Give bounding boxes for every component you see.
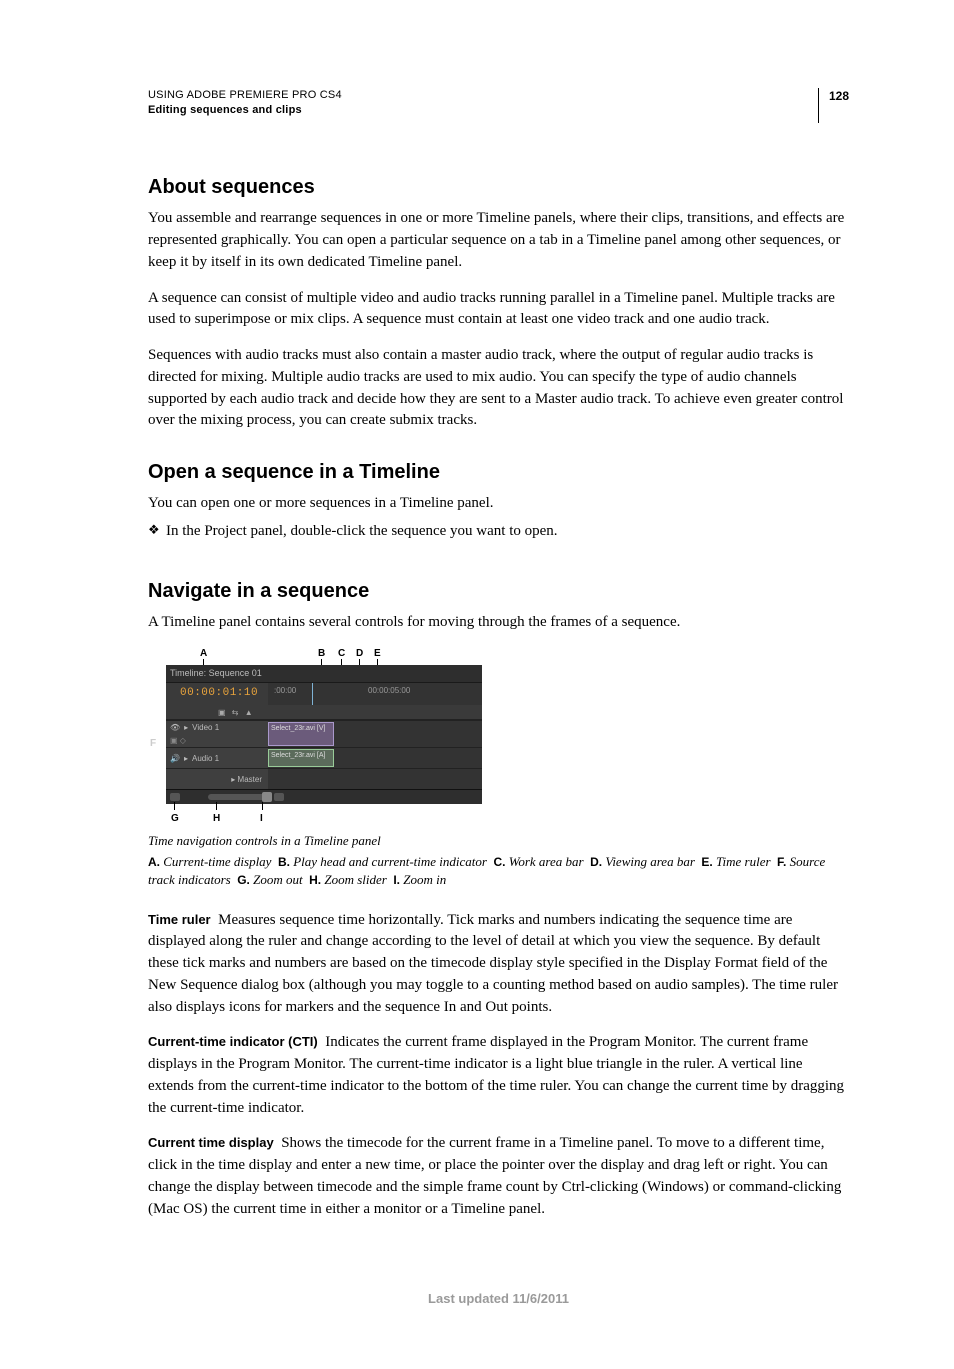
cti-icon <box>312 683 313 705</box>
body-text: You assemble and rearrange sequences in … <box>148 208 849 273</box>
bullet-text: In the Project panel, double-click the s… <box>166 521 558 543</box>
page-footer: Last updated 11/6/2011 <box>148 1290 849 1309</box>
running-head: USING ADOBE PREMIERE PRO CS4 Editing seq… <box>148 88 849 123</box>
master-track: ▸ Master <box>166 768 482 789</box>
video-track-head: 👁▸Video 1 ▣ ◇ <box>166 721 268 747</box>
master-track-head: ▸ Master <box>166 769 268 789</box>
running-head-left: USING ADOBE PREMIERE PRO CS4 Editing seq… <box>148 88 342 119</box>
current-time-display: 00:00:01:10 <box>166 686 268 702</box>
running-head-subtitle: Editing sequences and clips <box>148 103 342 118</box>
ruler-label: :00:00 <box>274 685 296 697</box>
audio-track-head: 🔊▸Audio 1 <box>166 748 268 768</box>
track-name: Audio 1 <box>192 753 219 765</box>
audio-track: 🔊▸Audio 1 Select_23r.avi [A] <box>166 747 482 768</box>
body-text: A sequence can consist of multiple video… <box>148 288 849 332</box>
figure-timeline: A B C D E F Timeline: Sequence 01 00:00:… <box>148 647 849 889</box>
track-name: Master <box>238 775 262 784</box>
figure-callouts-top: A B C D E <box>166 647 482 665</box>
definition: Current-time indicator (CTI) Indicates t… <box>148 1032 849 1119</box>
callout-label: I <box>260 812 263 827</box>
speaker-icon: 🔊 <box>170 753 180 765</box>
callout-label: F <box>150 737 156 752</box>
definition: Current time display Shows the timecode … <box>148 1133 849 1220</box>
zoom-out-icon <box>170 793 180 801</box>
callout-label: G <box>171 812 179 827</box>
callout-label: H <box>213 812 220 827</box>
timeline-tools-row: ▣ ⇆ ▲ <box>166 705 482 720</box>
definition-term: Current-time indicator (CTI) <box>148 1034 318 1049</box>
ruler-label: 00:00:05:00 <box>368 685 410 697</box>
timeline-tab: Timeline: Sequence 01 <box>166 665 482 683</box>
body-text: Sequences with audio tracks must also co… <box>148 345 849 432</box>
page-number: 128 <box>818 88 849 123</box>
timeline-tool-icons: ▣ ⇆ ▲ <box>218 707 255 719</box>
heading-about-sequences: About sequences <box>148 173 849 202</box>
zoom-in-icon <box>274 793 284 801</box>
running-head-title: USING ADOBE PREMIERE PRO CS4 <box>148 88 342 103</box>
definition-term: Current time display <box>148 1135 274 1150</box>
definition: Time ruler Measures sequence time horizo… <box>148 910 849 1019</box>
eye-icon: 👁 <box>170 722 180 734</box>
figure-screenshot: F Timeline: Sequence 01 00:00:01:10 :00:… <box>166 665 482 804</box>
audio-clip: Select_23r.avi [A] <box>268 749 334 767</box>
heading-open-sequence: Open a sequence in a Timeline <box>148 458 849 487</box>
zoom-bar <box>166 789 482 804</box>
definition-term: Time ruler <box>148 912 211 927</box>
video-track: 👁▸Video 1 ▣ ◇ Select_23r.avi [V] <box>166 720 482 747</box>
video-clip: Select_23r.avi [V] <box>268 722 334 746</box>
figure-caption: Time navigation controls in a Timeline p… <box>148 832 849 851</box>
definition-text: Measures sequence time horizontally. Tic… <box>148 912 838 1015</box>
time-ruler: :00:00 00:00:05:00 <box>268 683 482 705</box>
track-name: Video 1 <box>192 722 219 734</box>
body-text: A Timeline panel contains several contro… <box>148 612 849 634</box>
body-text: You can open one or more sequences in a … <box>148 493 849 515</box>
bullet-item: ❖ In the Project panel, double-click the… <box>148 521 849 543</box>
zoom-slider <box>208 794 268 800</box>
heading-navigate: Navigate in a sequence <box>148 577 849 606</box>
bullet-glyph-icon: ❖ <box>148 521 166 539</box>
figure-callouts-bottom: G H I <box>166 808 482 826</box>
figure-legend: A. Current-time display B. Play head and… <box>148 853 849 889</box>
timeline-timecode-row: 00:00:01:10 :00:00 00:00:05:00 <box>166 683 482 705</box>
document-page: USING ADOBE PREMIERE PRO CS4 Editing seq… <box>0 0 954 1369</box>
